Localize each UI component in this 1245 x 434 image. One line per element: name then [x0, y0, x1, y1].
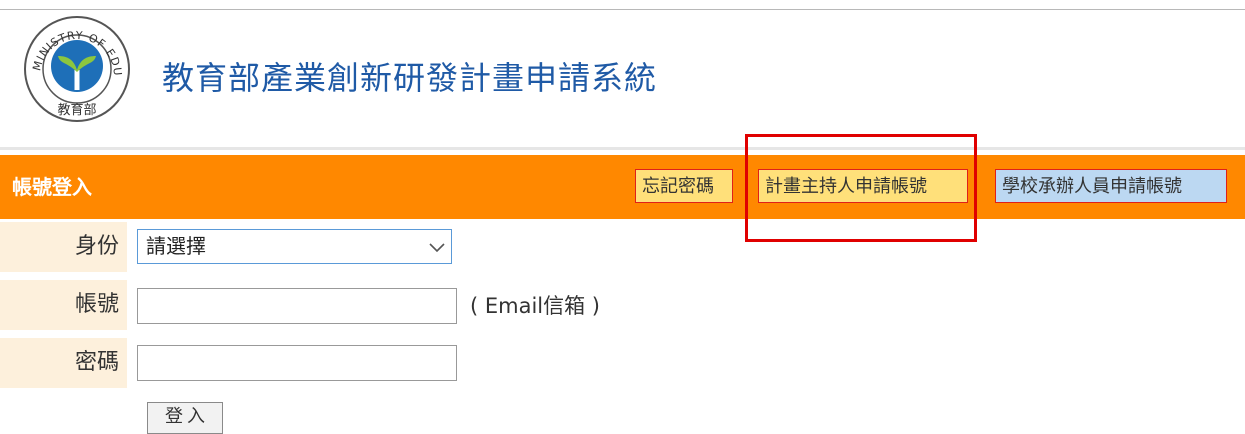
annotation-highlight-box	[745, 134, 977, 242]
account-input[interactable]	[137, 288, 457, 324]
role-selected-value: 請選擇	[146, 234, 206, 258]
login-submit-button[interactable]: 登入	[147, 402, 223, 434]
forgot-password-button[interactable]: 忘記密碼	[635, 169, 733, 203]
account-hint: ( Email信箱 )	[470, 294, 600, 318]
logo-bottom-text: 教育部	[57, 102, 96, 118]
top-divider	[0, 9, 1245, 10]
password-input[interactable]	[137, 345, 457, 381]
role-select[interactable]: 請選擇	[137, 229, 452, 264]
site-title: 教育部產業創新研發計畫申請系統	[162, 59, 658, 97]
school-staff-apply-account-button[interactable]: 學校承辦人員申請帳號	[995, 169, 1227, 203]
role-label: 身份	[0, 222, 127, 272]
ministry-of-education-logo: MINISTRY OF EDUCATION 教育部	[22, 14, 130, 122]
header-divider	[0, 147, 1245, 150]
login-section-title: 帳號登入	[12, 175, 92, 199]
chevron-down-icon	[429, 243, 445, 253]
account-label: 帳號	[0, 280, 127, 330]
password-label: 密碼	[0, 338, 127, 388]
